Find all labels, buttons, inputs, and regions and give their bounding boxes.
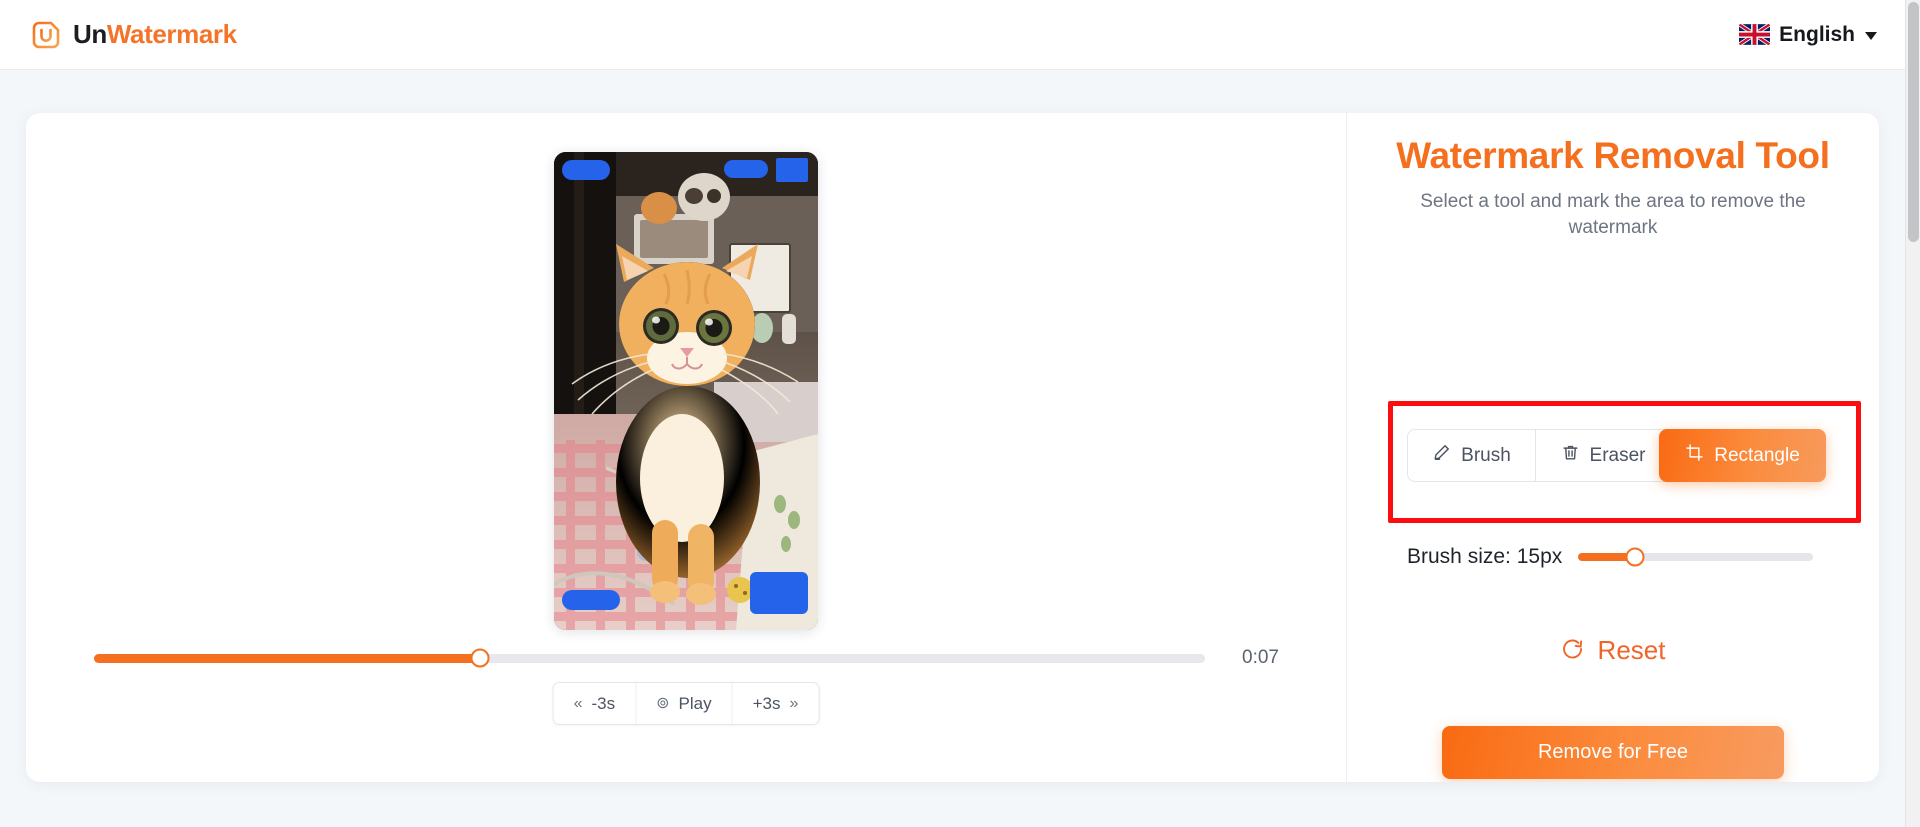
- seek-forward-button[interactable]: +3s »: [732, 683, 819, 724]
- video-time-label: 0:07: [1242, 647, 1279, 668]
- remove-for-free-button[interactable]: Remove for Free: [1442, 726, 1784, 779]
- video-progress[interactable]: 0:07: [94, 645, 1279, 671]
- reset-label: Reset: [1597, 635, 1666, 665]
- eraser-tool-button[interactable]: Eraser: [1535, 429, 1671, 482]
- pencil-icon: [1432, 443, 1451, 468]
- page-title: Watermark Removal Tool: [1396, 135, 1830, 176]
- brand-logo-text: UnWatermark: [73, 19, 237, 50]
- video-frame-image: [554, 152, 818, 630]
- video-progress-track[interactable]: [94, 648, 1205, 668]
- logo-text-un: Un: [73, 19, 107, 49]
- brand-logo[interactable]: UnWatermark: [30, 19, 237, 51]
- language-selector[interactable]: English: [1739, 23, 1877, 47]
- seek-back-label: -3s: [591, 693, 616, 713]
- mask-bottom-right[interactable]: [750, 572, 808, 614]
- brush-tool-label: Brush: [1461, 444, 1511, 466]
- brush-size-control: Brush size: 15px: [1407, 545, 1814, 569]
- brush-size-slider-track[interactable]: [1578, 547, 1814, 567]
- rectangle-tool-label: Rectangle: [1714, 444, 1800, 466]
- main-card: 0:07 « -3s ⊚ Play +3s » Watermark Remova…: [26, 113, 1879, 782]
- transport-controls: « -3s ⊚ Play +3s »: [552, 682, 820, 725]
- scrollbar-thumb[interactable]: [1908, 2, 1919, 242]
- double-chevron-right-icon: »: [789, 694, 799, 712]
- video-preview[interactable]: [554, 152, 818, 630]
- double-chevron-left-icon: «: [573, 694, 583, 712]
- language-label: English: [1779, 22, 1855, 46]
- mask-top-right[interactable]: [724, 160, 768, 178]
- tool-selector-group: Brush Eraser Rectangle: [1407, 429, 1826, 482]
- brush-size-slider-handle[interactable]: [1625, 547, 1645, 567]
- play-circle-icon: ⊚: [656, 694, 670, 712]
- brush-size-label: Brush size: 15px: [1407, 545, 1563, 568]
- editor-pane: 0:07 « -3s ⊚ Play +3s »: [26, 113, 1347, 782]
- reset-button[interactable]: Reset: [1561, 635, 1666, 666]
- logo-text-watermark: Watermark: [106, 19, 237, 49]
- page-subtitle: Select a tool and mark the area to remov…: [1420, 191, 1806, 238]
- mask-top-left[interactable]: [562, 160, 610, 180]
- unwatermark-logo-icon: [30, 19, 62, 51]
- mask-bottom-left[interactable]: [562, 590, 620, 610]
- app-header: UnWatermark English: [0, 0, 1905, 70]
- play-label: Play: [678, 693, 712, 713]
- chevron-down-icon[interactable]: [1865, 32, 1877, 40]
- video-progress-handle[interactable]: [470, 648, 490, 668]
- play-button[interactable]: ⊚ Play: [636, 683, 733, 724]
- eraser-tool-label: Eraser: [1589, 444, 1646, 466]
- crop-icon: [1685, 443, 1704, 468]
- rectangle-tool-button[interactable]: Rectangle: [1659, 429, 1826, 482]
- seek-back-button[interactable]: « -3s: [553, 683, 637, 724]
- uk-flag-icon: [1739, 24, 1771, 45]
- video-progress-fill: [94, 653, 480, 663]
- page-scrollbar[interactable]: [1905, 0, 1920, 827]
- refresh-icon: [1561, 637, 1585, 664]
- video-stage[interactable]: [554, 152, 818, 630]
- trash-icon: [1561, 443, 1580, 468]
- brush-tool-button[interactable]: Brush: [1407, 429, 1535, 482]
- mask-top-corner[interactable]: [776, 158, 808, 182]
- seek-forward-label: +3s: [752, 693, 781, 713]
